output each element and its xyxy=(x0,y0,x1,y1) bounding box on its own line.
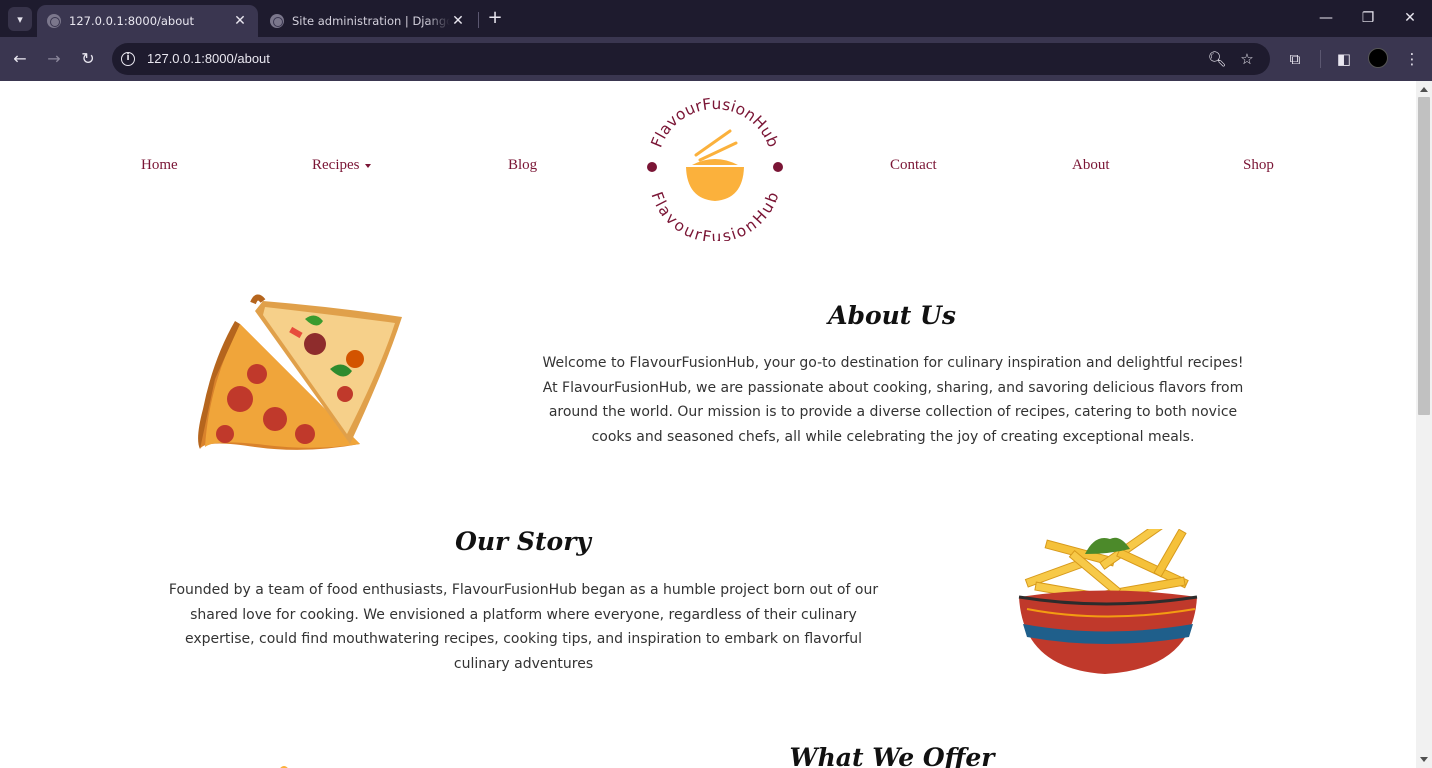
page-viewport: Home Recipes Blog Contact About Shop Fla… xyxy=(0,81,1416,768)
globe-icon xyxy=(270,14,284,28)
about-heading: About Us xyxy=(828,301,956,330)
story-heading: Our Story xyxy=(455,527,591,556)
story-text: Founded by a team of food enthusiasts, F… xyxy=(150,578,897,676)
logo-dot-right xyxy=(773,162,783,172)
menu-icon[interactable]: ⋮ xyxy=(1401,48,1423,70)
about-line: cooks and seasoned chefs, all while cele… xyxy=(591,428,1195,445)
nav-recipes[interactable]: Recipes xyxy=(312,157,372,174)
forward-button[interactable]: → xyxy=(42,47,66,71)
tab-separator xyxy=(478,12,479,28)
tab-about[interactable]: 127.0.0.1:8000/about ✕ xyxy=(37,5,258,37)
about-line: around the world. Our mission is to prov… xyxy=(548,404,1238,420)
story-line: Founded by a team of food enthusiasts, F… xyxy=(168,582,879,598)
toolbar-divider xyxy=(1320,50,1321,68)
story-line: shared love for cooking. We envisioned a… xyxy=(190,606,857,623)
story-line: culinary adventures xyxy=(453,655,594,672)
offer-image-partial xyxy=(280,766,288,768)
site-info-icon[interactable]: i xyxy=(121,52,135,66)
about-line: At FlavourFusionHub, we are passionate a… xyxy=(542,379,1244,396)
nav-shop[interactable]: Shop xyxy=(1243,157,1274,174)
address-bar[interactable]: i 127.0.0.1:8000/about 🔍︎ ☆ xyxy=(112,43,1270,75)
pizza-image xyxy=(198,294,402,450)
browser-tabstrip: ▾ 127.0.0.1:8000/about ✕ Site administra… xyxy=(0,0,1432,37)
site-logo[interactable]: FlavourFusionHub FlavourFusionHub xyxy=(640,91,790,241)
bowl-icon xyxy=(686,129,744,201)
fries-image xyxy=(1018,529,1198,674)
tab-title: Site administration | Django site admin xyxy=(292,14,450,28)
close-tab-icon[interactable]: ✕ xyxy=(232,13,248,29)
caret-down-icon xyxy=(365,163,372,168)
close-tab-icon[interactable]: ✕ xyxy=(450,13,466,29)
nav-recipes-label: Recipes xyxy=(312,157,360,173)
bookmark-star-icon[interactable]: ☆ xyxy=(1236,48,1258,70)
scrollbar-thumb[interactable] xyxy=(1418,97,1430,415)
extensions-icon[interactable]: ⧉ xyxy=(1284,48,1306,70)
page-scrollbar[interactable] xyxy=(1416,81,1432,768)
nav-blog[interactable]: Blog xyxy=(508,157,537,174)
nav-home[interactable]: Home xyxy=(141,157,178,174)
story-line: expertise, could find mouthwatering reci… xyxy=(184,631,863,647)
browser-toolbar: ← → ↻ i 127.0.0.1:8000/about 🔍︎ ☆ ⧉ ◧ ⋮ xyxy=(0,37,1432,81)
new-tab-button[interactable]: + xyxy=(484,8,506,30)
nav-contact[interactable]: Contact xyxy=(890,157,937,174)
tab-title: 127.0.0.1:8000/about xyxy=(69,14,195,28)
zoom-icon[interactable]: 🔍︎ xyxy=(1206,48,1228,70)
about-text: Welcome to FlavourFusionHub, your go-to … xyxy=(520,351,1266,449)
minimize-button[interactable]: — xyxy=(1306,6,1346,30)
globe-icon xyxy=(47,14,61,28)
tab-search-button[interactable]: ▾ xyxy=(8,7,32,31)
url-text[interactable]: 127.0.0.1:8000/about xyxy=(147,51,270,66)
back-button[interactable]: ← xyxy=(8,47,32,71)
logo-dot-left xyxy=(647,162,657,172)
scroll-up-arrow-icon[interactable] xyxy=(1420,87,1428,92)
close-window-button[interactable]: ✕ xyxy=(1390,6,1430,30)
scroll-down-arrow-icon[interactable] xyxy=(1420,757,1428,762)
nav-about[interactable]: About xyxy=(1072,157,1110,174)
restore-button[interactable]: ❐ xyxy=(1348,6,1388,30)
side-panel-icon[interactable]: ◧ xyxy=(1333,48,1355,70)
about-line: Welcome to FlavourFusionHub, your go-to … xyxy=(542,355,1244,371)
profile-avatar[interactable] xyxy=(1368,48,1388,68)
tab-django-admin[interactable]: Site administration | Django site admin … xyxy=(260,5,476,37)
offer-heading: What We Offer xyxy=(789,743,995,768)
reload-button[interactable]: ↻ xyxy=(76,47,100,71)
